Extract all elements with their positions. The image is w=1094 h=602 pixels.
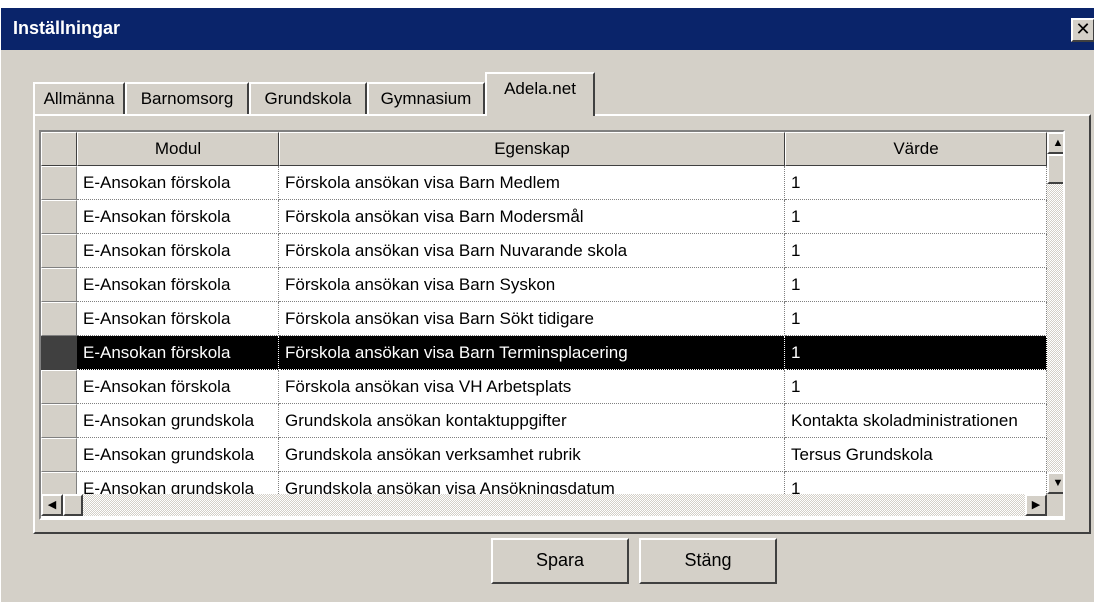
row-selector-header (41, 132, 77, 166)
row-selector[interactable] (41, 268, 77, 302)
scroll-down-icon[interactable]: ▼ (1047, 472, 1063, 494)
horizontal-scroll-thumb[interactable] (63, 494, 83, 516)
cell-modul[interactable]: E-Ansokan förskola (77, 302, 279, 336)
cell-egenskap[interactable]: Förskola ansökan visa Barn Medlem (279, 166, 785, 200)
row-selector[interactable] (41, 404, 77, 438)
vertical-scroll-thumb[interactable] (1047, 154, 1063, 184)
row-selector[interactable] (41, 438, 77, 472)
tab-allmanna[interactable]: Allmänna (33, 82, 125, 116)
cell-modul[interactable]: E-Ansokan förskola (77, 234, 279, 268)
cell-modul[interactable]: E-Ansokan förskola (77, 370, 279, 404)
tab-gymnasium[interactable]: Gymnasium (367, 82, 485, 116)
scroll-up-icon[interactable]: ▲ (1047, 132, 1063, 154)
column-header-modul[interactable]: Modul (77, 132, 279, 166)
table-row[interactable]: E-Ansokan förskola Förskola ansökan visa… (41, 268, 1047, 302)
cell-egenskap[interactable]: Förskola ansökan visa Barn Nuvarande sko… (279, 234, 785, 268)
cell-modul[interactable]: E-Ansokan förskola (77, 166, 279, 200)
table-row[interactable]: E-Ansokan förskola Förskola ansökan visa… (41, 302, 1047, 336)
save-button[interactable]: Spara (491, 538, 629, 584)
cell-varde[interactable]: Kontakta skoladministrationen (785, 404, 1047, 438)
cell-varde[interactable]: 1 (785, 302, 1047, 336)
table-row[interactable]: E-Ansokan grundskola Grundskola ansökan … (41, 404, 1047, 438)
cell-modul[interactable]: E-Ansokan förskola (77, 336, 279, 370)
row-selector[interactable] (41, 166, 77, 200)
cell-varde[interactable]: 1 (785, 370, 1047, 404)
column-header-egenskap[interactable]: Egenskap (279, 132, 785, 166)
row-selector[interactable] (41, 336, 77, 370)
scroll-right-icon[interactable]: ▶ (1025, 494, 1047, 516)
cell-modul[interactable]: E-Ansokan förskola (77, 268, 279, 302)
cell-egenskap[interactable]: Förskola ansökan visa Barn Modersmål (279, 200, 785, 234)
cell-varde[interactable]: 1 (785, 268, 1047, 302)
cell-varde[interactable]: Tersus Grundskola (785, 438, 1047, 472)
cell-egenskap[interactable]: Förskola ansökan visa Barn Syskon (279, 268, 785, 302)
table-row[interactable]: E-Ansokan förskola Förskola ansökan visa… (41, 370, 1047, 404)
cell-varde[interactable]: 1 (785, 234, 1047, 268)
scroll-left-icon[interactable]: ◀ (41, 494, 63, 516)
settings-window: Inställningar ✕ Allmänna Barnomsorg Grun… (0, 8, 1094, 602)
cell-varde[interactable]: 1 (785, 200, 1047, 234)
vertical-scrollbar[interactable]: ▲ ▼ (1047, 132, 1063, 494)
cell-egenskap[interactable]: Grundskola ansökan verksamhet rubrik (279, 438, 785, 472)
cell-varde[interactable]: 1 (785, 336, 1047, 370)
cell-modul[interactable]: E-Ansokan grundskola (77, 438, 279, 472)
cell-modul[interactable]: E-Ansokan förskola (77, 200, 279, 234)
cell-egenskap[interactable]: Förskola ansökan visa VH Arbetsplats (279, 370, 785, 404)
window-title: Inställningar (13, 18, 121, 38)
table-row[interactable]: E-Ansokan förskola Förskola ansökan visa… (41, 166, 1047, 200)
cell-varde[interactable]: 1 (785, 166, 1047, 200)
row-selector[interactable] (41, 302, 77, 336)
row-selector[interactable] (41, 234, 77, 268)
tab-adela-net[interactable]: Adela.net (485, 72, 595, 116)
cell-egenskap[interactable]: Grundskola ansökan kontaktuppgifter (279, 404, 785, 438)
table-row-selected[interactable]: E-Ansokan förskola Förskola ansökan visa… (41, 336, 1047, 370)
horizontal-scrollbar[interactable]: ◀ ▶ (41, 494, 1047, 516)
tab-barnomsorg[interactable]: Barnomsorg (125, 82, 249, 116)
table-row[interactable]: E-Ansokan grundskola Grundskola ansökan … (41, 438, 1047, 472)
close-button[interactable]: Stäng (639, 538, 777, 584)
table-row[interactable]: E-Ansokan förskola Förskola ansökan visa… (41, 234, 1047, 268)
scrollbar-corner (1047, 494, 1063, 516)
row-selector[interactable] (41, 370, 77, 404)
settings-grid[interactable]: Modul Egenskap Värde E-Ansokan förskola … (39, 130, 1065, 520)
cell-egenskap[interactable]: Förskola ansökan visa Barn Sökt tidigare (279, 302, 785, 336)
close-icon[interactable]: ✕ (1071, 18, 1094, 42)
title-bar[interactable]: Inställningar ✕ (1, 8, 1094, 50)
cell-egenskap[interactable]: Förskola ansökan visa Barn Terminsplacer… (279, 336, 785, 370)
tab-grundskola[interactable]: Grundskola (249, 82, 367, 116)
row-selector[interactable] (41, 200, 77, 234)
table-row[interactable]: E-Ansokan förskola Förskola ansökan visa… (41, 200, 1047, 234)
column-header-varde[interactable]: Värde (785, 132, 1047, 166)
cell-modul[interactable]: E-Ansokan grundskola (77, 404, 279, 438)
